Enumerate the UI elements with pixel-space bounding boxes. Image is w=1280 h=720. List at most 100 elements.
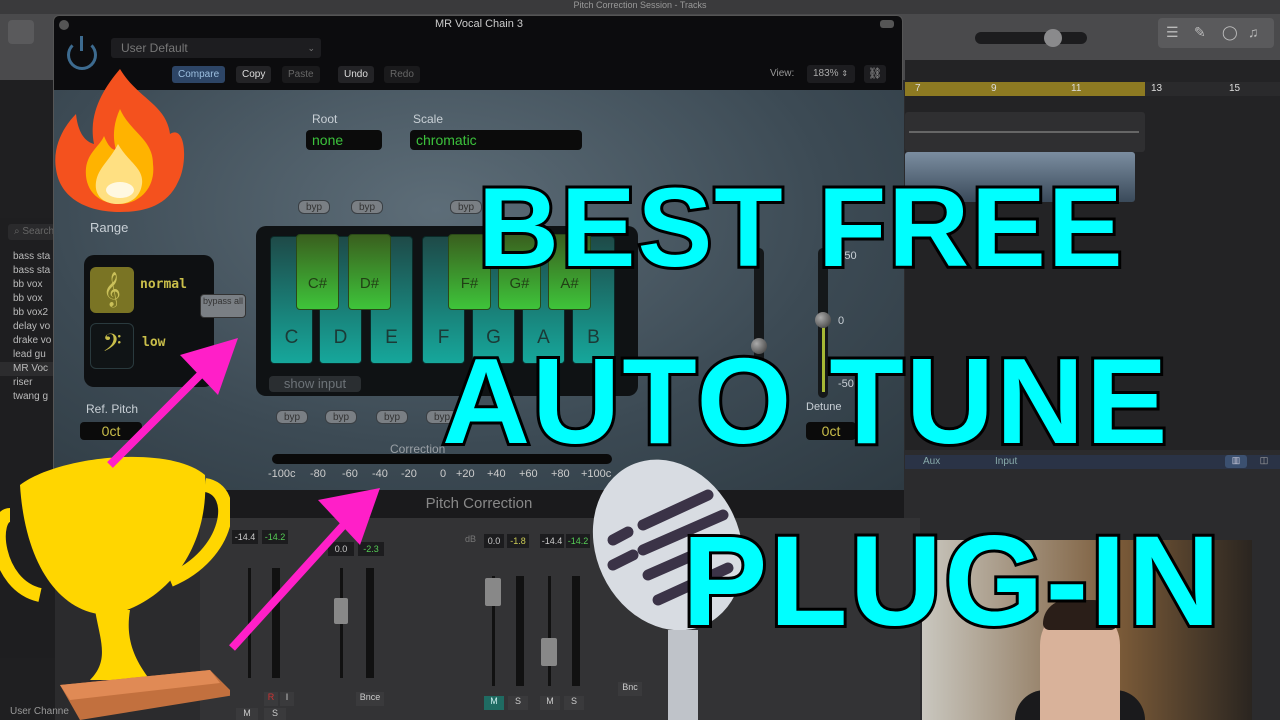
channel-volume-readout: 0.0 (328, 542, 354, 556)
paste-button[interactable]: Paste (282, 66, 320, 83)
loop-browser-icon[interactable]: ◯ (1222, 24, 1238, 41)
bounce-button[interactable]: Bnce (356, 692, 384, 706)
meter-tick: -20 (401, 468, 417, 480)
channel-level-meter (516, 576, 524, 686)
channel-volume-readout: 0.0 (484, 534, 504, 548)
library-item[interactable]: lead gu (0, 348, 55, 362)
library-item[interactable]: drake vo (0, 334, 55, 348)
mute-button[interactable]: M (236, 708, 258, 720)
library-item[interactable]: bb vox2 (0, 306, 55, 320)
detune-scale-zero: 0 (838, 315, 845, 327)
library-item[interactable]: bass sta (0, 250, 55, 264)
master-volume-slider[interactable] (975, 29, 1087, 47)
range-normal-label[interactable]: normal (140, 277, 187, 292)
view-buttons-group: ☰ ✎ ◯ ♫ (1158, 18, 1274, 48)
bypass-button[interactable]: byp (325, 410, 357, 424)
channel-peak-readout: -1.8 (507, 534, 529, 548)
detune-slider-knob[interactable] (815, 312, 831, 328)
treble-clef-icon[interactable]: 𝄞 (90, 267, 134, 313)
timeline-ruler-cycle[interactable]: 7 9 11 (905, 82, 1145, 96)
fire-emoji-icon (55, 69, 185, 212)
headline-line-1: BEST FREE (475, 165, 1126, 290)
library-item[interactable]: bb vox (0, 278, 55, 292)
channel-volume-readout: -14.4 (232, 530, 258, 544)
bypass-button[interactable]: byp (298, 200, 330, 214)
notepad-icon[interactable]: ✎ (1194, 24, 1206, 41)
meter-tick: -40 (372, 468, 388, 480)
plugin-window-title: MR Vocal Chain 3 (434, 18, 524, 30)
ruler-bar-number: 7 (915, 83, 921, 94)
view-label: View: (770, 68, 795, 79)
ref-pitch-label: Ref. Pitch (86, 402, 139, 416)
media-browser-icon[interactable]: ♫ (1248, 24, 1259, 40)
audio-region[interactable] (905, 112, 1145, 152)
ruler-bar-number: 11 (1071, 83, 1082, 94)
black-key[interactable]: D# (348, 234, 391, 310)
redo-button[interactable]: Redo (384, 66, 420, 83)
undo-button[interactable]: Undo (338, 66, 374, 83)
power-icon-line (80, 36, 83, 51)
solo-button[interactable]: S (564, 696, 584, 710)
record-button[interactable]: R (264, 692, 278, 706)
bypass-all-button[interactable]: bypass all (200, 294, 246, 318)
channel-volume-readout: -14.4 (540, 534, 564, 548)
timeline-ruler[interactable]: 13 15 (1145, 82, 1280, 96)
library-item[interactable]: delay vo (0, 320, 55, 334)
ref-pitch-value[interactable]: 0ct (80, 422, 142, 440)
root-select[interactable]: none (306, 130, 382, 150)
black-key[interactable]: C# (296, 234, 339, 310)
library-item-selected[interactable]: MR Voc (0, 362, 55, 376)
library-search-input[interactable]: ⌕ Search (8, 224, 55, 240)
chevron-down-icon: ⌄ (307, 43, 315, 53)
channel-peak-readout: -14.2 (262, 530, 288, 544)
ruler-bar-number: 13 (1151, 83, 1163, 94)
scale-select[interactable]: chromatic (410, 130, 582, 150)
channel-fader-track[interactable] (248, 568, 251, 678)
view-zoom-select[interactable]: 183% ⇕ (807, 65, 855, 83)
list-editors-icon[interactable]: ☰ (1166, 24, 1179, 41)
library-item[interactable]: bass sta (0, 264, 55, 278)
headline-line-3: PLUG-IN (679, 510, 1223, 653)
channel-fader-cap[interactable] (485, 578, 501, 606)
channel-fader-cap[interactable] (541, 638, 557, 666)
window-resize-button[interactable] (880, 20, 894, 28)
solo-button[interactable]: S (508, 696, 528, 710)
channel-fader-track[interactable] (548, 576, 551, 686)
library-item[interactable]: twang g (0, 390, 55, 404)
bass-clef-icon[interactable]: 𝄢 (90, 323, 134, 369)
mute-button[interactable]: M (540, 696, 560, 710)
trophy-icon (0, 456, 230, 720)
channel-peak-readout: -14.2 (566, 534, 590, 548)
library-item[interactable]: bb vox (0, 292, 55, 306)
input-monitor-button[interactable]: I (280, 692, 294, 706)
waveform (909, 131, 1139, 133)
meter-tick: +60 (519, 468, 538, 480)
stepper-icon: ⇕ (841, 69, 849, 78)
channel-fader-cap[interactable] (334, 598, 348, 624)
solo-button[interactable]: S (264, 708, 286, 720)
bypass-button[interactable]: byp (376, 410, 408, 424)
range-low-label[interactable]: low (142, 335, 165, 350)
search-placeholder: Search (22, 226, 55, 237)
range-selector: 𝄞 normal 𝄢 low (84, 255, 214, 387)
master-volume-knob[interactable] (1044, 29, 1062, 47)
library-button[interactable] (8, 20, 34, 44)
preset-dropdown[interactable]: User Default ⌄ (111, 38, 321, 58)
mixer-narrow-view-icon[interactable]: ◫ (1253, 455, 1275, 468)
meter-tick: -80 (310, 468, 326, 480)
show-input-button[interactable]: show input (269, 376, 361, 392)
mute-button-active[interactable]: M (484, 696, 504, 710)
meter-tick: +80 (551, 468, 570, 480)
copy-button[interactable]: Copy (236, 66, 272, 83)
mixer-wide-view-icon[interactable]: ▥ (1225, 455, 1247, 468)
bypass-button[interactable]: byp (351, 200, 383, 214)
bypass-button[interactable]: byp (276, 410, 308, 424)
host-window-titlebar: Pitch Correction Session - Tracks (0, 0, 1280, 14)
channel-level-meter (272, 568, 280, 678)
headline-line-2: AUTO TUNE (439, 333, 1170, 469)
link-icon[interactable]: ⛓ (864, 65, 886, 83)
library-item[interactable]: riser (0, 376, 55, 390)
ruler-bar-number: 15 (1229, 83, 1241, 94)
root-label: Root (312, 112, 338, 126)
view-zoom-value: 183% (813, 68, 839, 79)
